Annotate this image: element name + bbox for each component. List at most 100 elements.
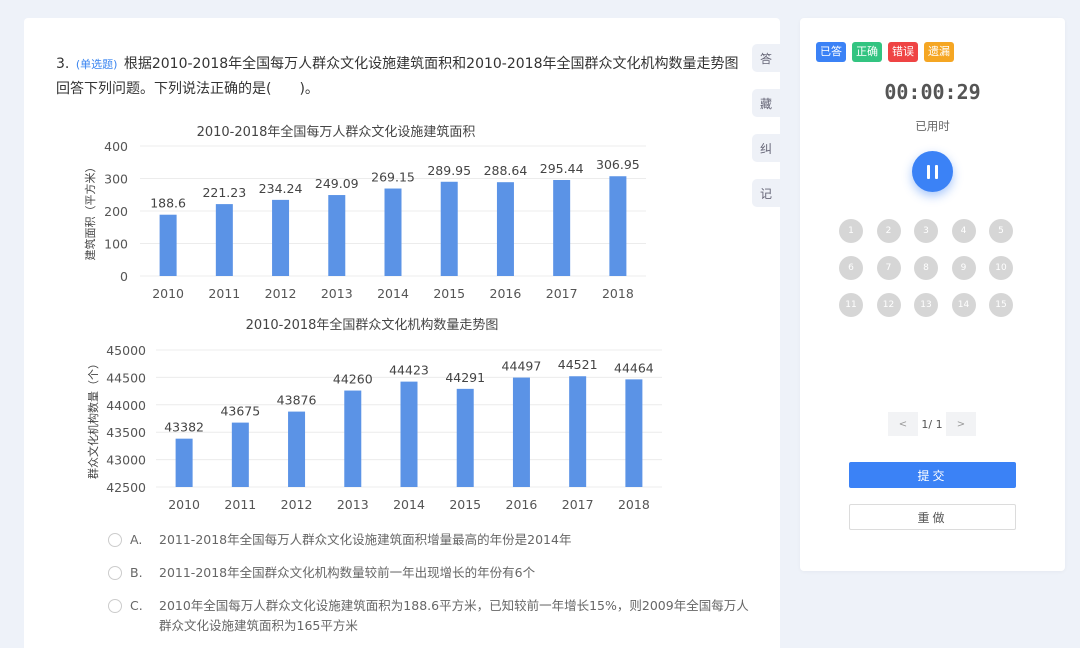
bar-value-label: 43382 bbox=[164, 420, 204, 435]
bar-value-label: 269.15 bbox=[371, 170, 415, 185]
y-tick-label: 42500 bbox=[106, 480, 146, 495]
question-nav-4[interactable]: 4 bbox=[951, 219, 976, 243]
bar-value-label: 188.6 bbox=[150, 196, 186, 211]
elapsed-timer: 00:00:29 bbox=[884, 80, 981, 104]
question-nav-7[interactable]: 7 bbox=[876, 256, 901, 280]
x-tick-label: 2015 bbox=[449, 497, 481, 512]
x-tick-label: 2012 bbox=[265, 286, 297, 301]
x-tick-label: 2016 bbox=[506, 497, 538, 512]
chart-institution-count: 2010-2018年全国群众文化机构数量走势图 群众文化机构数量（个） 42500 4… bbox=[78, 312, 668, 516]
bar-value-label: 289.95 bbox=[427, 163, 471, 178]
bar-value-label: 288.64 bbox=[484, 163, 528, 178]
chart-institution-count-svg: 2010-2018年全国群众文化机构数量走势图群众文化机构数量（个） 42500 4… bbox=[86, 317, 662, 512]
bar-value-label: 44464 bbox=[614, 360, 654, 375]
bar-2017 bbox=[569, 376, 587, 487]
option-c-letter: C. bbox=[130, 598, 143, 613]
question-nav-3[interactable]: 3 bbox=[914, 219, 938, 243]
x-tick-label: 2013 bbox=[337, 497, 369, 512]
bar-2011 bbox=[215, 204, 233, 276]
option-c-radio[interactable] bbox=[108, 599, 122, 613]
option-a-letter: A. bbox=[130, 532, 143, 547]
y-tick-label: 100 bbox=[104, 237, 128, 252]
question-nav-11[interactable]: 11 bbox=[839, 293, 863, 317]
bar-2016 bbox=[512, 377, 530, 487]
bar-2016 bbox=[496, 182, 514, 276]
bar-2015 bbox=[456, 388, 474, 487]
options-list: A. 2011-2018年全国每万人群众文化设施建筑面积增量最高的年份是2014… bbox=[108, 530, 758, 648]
bar-2017 bbox=[553, 179, 571, 276]
question-nav-1[interactable]: 1 bbox=[839, 219, 863, 243]
question-grid: 1 2 3 4 5 6 7 8 9 10 11 12 13 14 15 bbox=[839, 219, 1029, 317]
option-b-radio[interactable] bbox=[108, 566, 122, 580]
bar-value-label: 234.24 bbox=[259, 181, 303, 196]
page-info: 1/ 1 bbox=[921, 417, 943, 431]
bar-2014 bbox=[384, 188, 402, 276]
y-tick-label: 45000 bbox=[106, 343, 146, 358]
bar-2010 bbox=[159, 214, 177, 276]
bar-value-label: 44291 bbox=[445, 370, 485, 385]
question-type: (单选题) bbox=[75, 58, 118, 71]
question-nav-10[interactable]: 10 bbox=[989, 256, 1013, 280]
answer-sheet-panel: 已答 正确 错误 遗漏 00:00:29 已用时 1 2 3 4 5 6 7 8 9 10 11 12… bbox=[800, 18, 1065, 571]
question-nav-8[interactable]: 8 bbox=[914, 256, 938, 280]
question-number: 3. bbox=[56, 56, 70, 72]
option-c-text: 2010年全国每万人群众文化设施建筑面积为188.6平方米，已知较前一年增长15… bbox=[159, 598, 749, 633]
x-tick-label: 2010 bbox=[168, 497, 200, 512]
bar-value-label: 249.09 bbox=[315, 176, 359, 191]
option-b-letter: B. bbox=[130, 565, 143, 580]
bar-2015 bbox=[440, 181, 458, 276]
question-nav-6[interactable]: 6 bbox=[839, 256, 863, 280]
pause-icon-bar bbox=[935, 164, 938, 179]
correction-tool-button[interactable]: 纠 bbox=[752, 134, 780, 162]
timer-label: 已用时 bbox=[915, 119, 950, 133]
redo-button[interactable]: 重做 bbox=[849, 504, 1016, 530]
bookmark-tool-button[interactable]: 藏 bbox=[752, 89, 780, 117]
option-a[interactable]: A. 2011-2018年全国每万人群众文化设施建筑面积增量最高的年份是2014… bbox=[108, 530, 758, 550]
bar-2012 bbox=[272, 199, 290, 276]
bar-2011 bbox=[231, 422, 249, 487]
question-nav-15[interactable]: 15 bbox=[989, 293, 1013, 317]
bar-2018 bbox=[609, 176, 627, 276]
chart-building-area: 2010-2018年全国每万人群众文化设施建筑面积 建筑面积（平方米） 0 100 20… bbox=[78, 118, 658, 312]
question-nav-5[interactable]: 5 bbox=[989, 219, 1013, 243]
x-tick-label: 2011 bbox=[208, 286, 240, 301]
question-card: 3. (单选题) 根据2010-2018年全国每万人群众文化设施建筑面积和201… bbox=[24, 18, 780, 648]
question-nav-12[interactable]: 12 bbox=[876, 293, 901, 317]
next-page-button[interactable]: > bbox=[946, 412, 976, 436]
question-nav-2[interactable]: 2 bbox=[876, 219, 901, 243]
option-a-text: 2011-2018年全国每万人群众文化设施建筑面积增量最高的年份是2014年 bbox=[159, 532, 572, 547]
answer-tool-button[interactable]: 答 bbox=[752, 44, 780, 72]
bar-2013 bbox=[328, 195, 346, 276]
bar-value-label: 44260 bbox=[333, 372, 373, 387]
bar-value-label: 44423 bbox=[389, 363, 429, 378]
question-nav-9[interactable]: 9 bbox=[951, 256, 976, 280]
x-tick-label: 2017 bbox=[546, 286, 578, 301]
chart-ylabel: 建筑面积（平方米） bbox=[83, 162, 97, 261]
bar-value-label: 306.95 bbox=[596, 157, 640, 172]
y-tick-label: 44500 bbox=[106, 370, 146, 385]
x-tick-label: 2015 bbox=[433, 286, 465, 301]
y-tick-label: 400 bbox=[104, 139, 128, 154]
x-tick-label: 2018 bbox=[618, 497, 650, 512]
legend-wrong: 错误 bbox=[888, 42, 918, 62]
x-tick-label: 2013 bbox=[321, 286, 353, 301]
question-nav-14[interactable]: 14 bbox=[951, 293, 976, 317]
option-a-radio[interactable] bbox=[108, 533, 122, 547]
note-tool-button[interactable]: 记 bbox=[752, 179, 780, 207]
pause-button[interactable] bbox=[912, 151, 953, 192]
bar-value-label: 221.23 bbox=[202, 185, 246, 200]
bar-value-label: 44497 bbox=[502, 359, 542, 374]
bar-2012 bbox=[288, 411, 306, 487]
bar-2013 bbox=[344, 390, 362, 487]
prev-page-button[interactable]: < bbox=[888, 412, 918, 436]
chart-title: 2010-2018年全国群众文化机构数量走势图 bbox=[246, 317, 499, 333]
submit-button[interactable]: 提交 bbox=[849, 462, 1016, 488]
y-tick-label: 300 bbox=[104, 172, 128, 187]
legend-correct: 正确 bbox=[852, 42, 882, 62]
legend-missed: 遗漏 bbox=[924, 42, 954, 62]
question-nav-13[interactable]: 13 bbox=[914, 293, 938, 317]
option-b[interactable]: B. 2011-2018年全国群众文化机构数量较前一年出现增长的年份有6个 bbox=[108, 563, 758, 583]
y-tick-label: 44000 bbox=[106, 398, 146, 413]
y-tick-label: 43500 bbox=[106, 425, 146, 440]
option-c[interactable]: C. 2010年全国每万人群众文化设施建筑面积为188.6平方米，已知较前一年增… bbox=[108, 596, 758, 636]
